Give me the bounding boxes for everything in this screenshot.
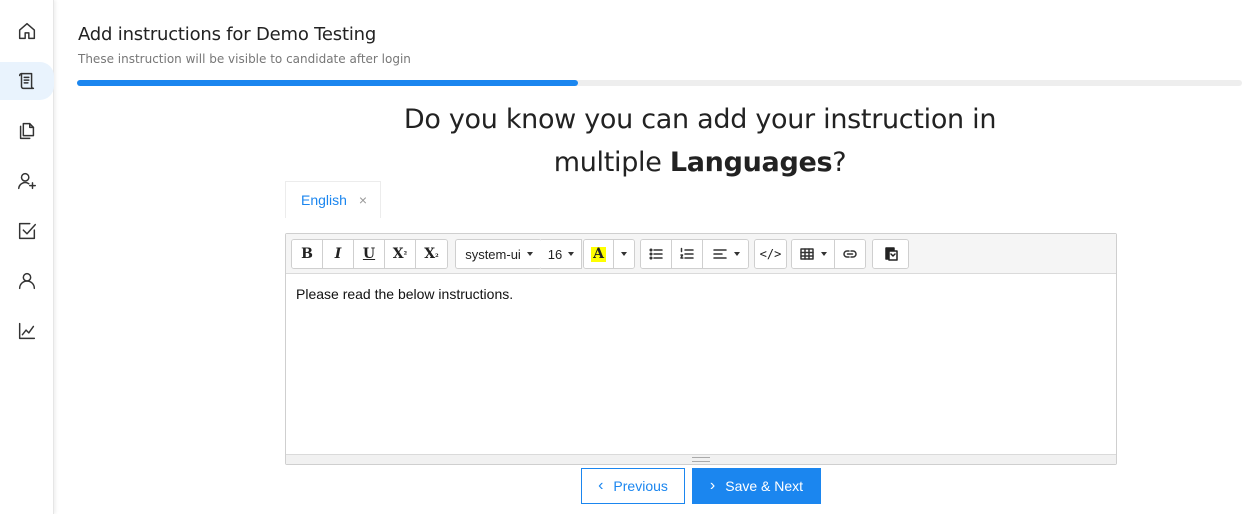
numbered-list-button[interactable] [672,240,703,268]
superscript-button[interactable]: X² [385,240,416,268]
bullet-list-icon [649,248,663,260]
previous-button[interactable]: ‹ Previous [581,468,685,504]
align-left-icon [712,249,727,259]
highlight-color-button[interactable]: A [584,240,614,268]
highlight-icon: A [591,245,606,262]
progress-fill [77,80,578,86]
sidebar-item-instructions[interactable] [0,62,54,100]
tab-english[interactable]: English × [285,181,381,218]
font-family-value: system-ui [465,246,521,262]
sidebar-item-analytics[interactable] [0,312,54,350]
page-subtitle: These instruction will be visible to can… [78,52,411,66]
italic-button[interactable]: I [323,240,354,268]
chevron-down-icon [733,252,740,256]
bullet-list-button[interactable] [641,240,672,268]
checkbox-icon [18,222,36,240]
list-group [640,239,749,269]
promo-line-2: multiple Languages? [300,141,1100,184]
scroll-icon [18,72,35,90]
save-next-button[interactable]: › Save & Next [692,468,821,504]
chevron-down-icon [568,252,575,256]
promo-heading: Do you know you can add your instruction… [300,98,1100,184]
font-family-dropdown[interactable]: system-ui [456,240,542,268]
close-icon[interactable]: × [359,192,367,208]
sidebar-item-home[interactable] [0,12,54,50]
subscript-mark: ₂ [435,249,439,259]
save-next-label: Save & Next [725,478,804,494]
editor-resize-handle[interactable] [286,454,1116,464]
editor-paragraph: Please read the below instructions. [296,286,514,302]
link-button[interactable] [835,240,865,268]
grip-icon [692,457,710,462]
superscript-mark: ² [403,249,408,259]
sidebar-item-tasks[interactable] [0,212,54,250]
code-view-button[interactable]: </> [755,240,786,268]
font-size-value: 16 [547,246,563,262]
insert-image-button[interactable] [873,240,908,268]
align-dropdown[interactable] [703,240,748,268]
media-group [872,239,909,269]
sidebar-item-profile[interactable] [0,262,54,300]
chevron-down-icon [526,252,533,256]
numbered-list-icon [680,247,694,259]
table-icon [800,248,814,260]
code-group: </> [754,239,787,269]
promo-line-1: Do you know you can add your instruction… [403,104,997,135]
subscript-label: X [424,246,436,262]
home-icon [18,22,36,40]
chevron-left-icon: ‹ [598,477,604,494]
font-size-dropdown[interactable]: 16 [541,240,581,268]
sidebar [0,0,54,514]
tab-label: English [301,192,347,208]
user-icon [18,272,36,290]
rich-text-editor: B I U X² X₂ system-ui 16 A </> Please re… [285,233,1117,465]
sidebar-item-add-user[interactable] [0,162,54,200]
table-dropdown[interactable] [792,240,835,268]
documents-icon [19,122,35,140]
previous-label: Previous [613,478,668,494]
format-group: B I U X² X₂ [291,239,448,269]
underline-button[interactable]: U [354,240,385,268]
promo-bold: Languages [669,147,833,178]
editor-content[interactable]: Please read the below instructions. [286,274,1116,454]
color-group: A [583,239,635,269]
font-size-group: 16 [541,239,582,269]
promo-prefix: multiple [553,147,670,178]
chevron-down-icon [821,252,827,256]
color-dropdown[interactable] [614,240,634,268]
progress-bar [77,80,1242,86]
page-title: Add instructions for Demo Testing [78,24,377,45]
sidebar-item-documents[interactable] [0,112,54,150]
insert-group [791,239,866,269]
link-icon [843,250,857,258]
superscript-label: X [392,246,404,262]
bold-button[interactable]: B [292,240,323,268]
font-family-group: system-ui [455,239,542,269]
chevron-down-icon [621,252,627,256]
promo-suffix: ? [832,147,847,178]
subscript-button[interactable]: X₂ [416,240,447,268]
user-plus-icon [18,172,36,190]
chevron-right-icon: › [709,477,716,494]
image-gallery-icon [884,247,898,261]
line-chart-icon [18,322,36,340]
editor-toolbar: B I U X² X₂ system-ui 16 A </> [286,234,1116,274]
